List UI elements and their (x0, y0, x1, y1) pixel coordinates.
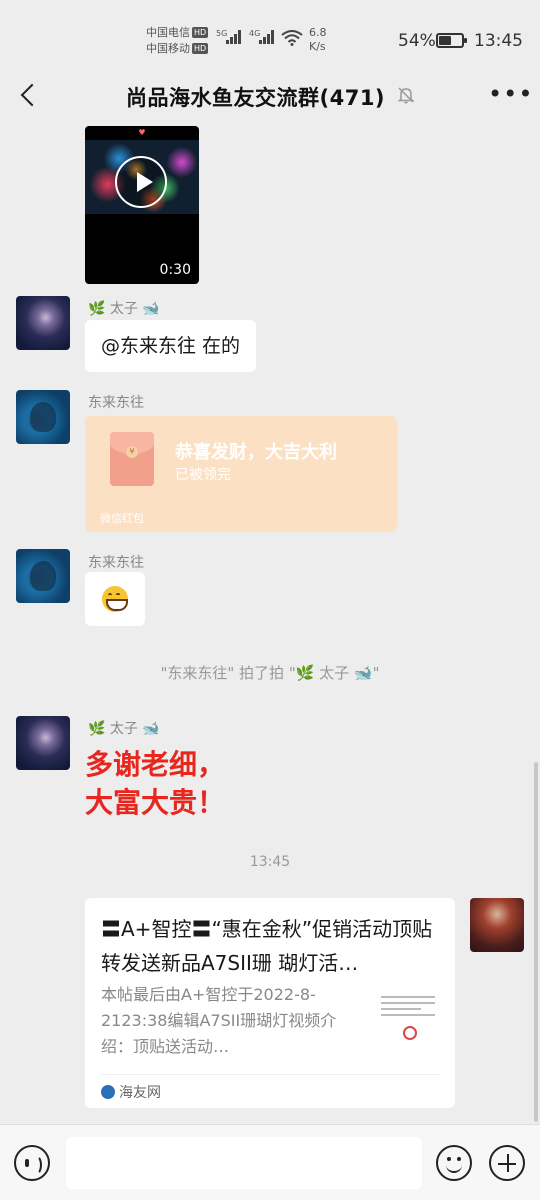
status-time: 13:45 (474, 31, 523, 51)
avatar-taizi[interactable] (16, 296, 70, 350)
avatar-taizi[interactable] (16, 716, 70, 770)
red-packet-greeting: 恭喜发财，大吉大利 (175, 442, 337, 463)
red-envelope-icon (110, 432, 154, 486)
emoji-eye (116, 593, 120, 596)
video-heart-icon: ♥ (138, 128, 146, 137)
time-divider: 13:45 (249, 854, 291, 870)
emoji-icon[interactable] (436, 1145, 472, 1181)
source-logo-icon (101, 1085, 115, 1099)
whale-icon: 🐋 (142, 301, 160, 317)
link-card-message[interactable]: 〓A+智控〓“惠在金秋”促销活动顶贴转发送新品A7SII珊 瑚灯活… 本帖最后由… (85, 898, 455, 1108)
carrier-1: 中国电信 HD (146, 26, 209, 39)
avatar-self[interactable] (470, 898, 524, 952)
red-packet-status: 已被领完 (175, 467, 231, 483)
sender-name: 🌿 太子 🐋 (88, 301, 160, 317)
back-arrow-icon[interactable] (14, 80, 44, 110)
voice-icon[interactable] (14, 1145, 50, 1181)
leaf-icon: 🌿 (88, 301, 106, 317)
battery-percent: 54% (398, 31, 436, 51)
mute-bell-icon (397, 87, 415, 104)
red-packet-message[interactable]: 恭喜发财，大吉大利 已被领完 微信红包 (85, 416, 397, 532)
card-description: 本帖最后由A+智控于2022-8-2123:38编辑A7SII珊瑚灯视频介绍：顶… (101, 985, 337, 1056)
title-bar: 尚品海水鱼友交流群(471) ••• (0, 68, 540, 122)
input-bar (0, 1124, 540, 1200)
signal-icon-2 (259, 30, 275, 44)
grin-emoji-icon (102, 586, 128, 612)
signal-icon (226, 30, 242, 44)
sender-name: 🌿 太子 🐋 (88, 721, 160, 737)
card-divider (101, 1074, 439, 1075)
avatar-dong[interactable] (16, 549, 70, 603)
network-speed: 6.8 K/s (309, 26, 327, 53)
red-packet-label: 微信红包 (100, 512, 144, 525)
card-title: 〓A+智控〓“惠在金秋”促销活动顶贴转发送新品A7SII珊 瑚灯活… (101, 917, 433, 975)
card-thumbnail (375, 988, 441, 1054)
play-icon[interactable] (115, 156, 167, 208)
avatar-dong[interactable] (16, 390, 70, 444)
leaf-icon: 🌿 (88, 721, 106, 737)
video-duration: 0:30 (159, 262, 191, 278)
video-message[interactable]: ♥ 0:30 (85, 126, 199, 284)
message-input[interactable] (66, 1137, 422, 1189)
sender-name: 东来东往 (88, 555, 144, 571)
battery-icon (436, 33, 467, 48)
carrier-2: 中国移动 HD (146, 42, 209, 55)
stamp-icon (403, 1026, 417, 1040)
card-source: 海友网 (101, 1082, 161, 1102)
sender-name: 东来东往 (88, 395, 144, 411)
message-bubble[interactable]: @东来东往 在的 (85, 320, 257, 372)
more-options-icon[interactable]: ••• (488, 82, 533, 106)
chat-title: 尚品海水鱼友交流群(471) (126, 86, 386, 110)
emoji-message[interactable] (85, 572, 145, 626)
chat-messages: ♥ 0:30 🌿 太子 🐋 @东来东往 在的 东来东往 恭喜发财，大吉大利 已被… (0, 122, 540, 1124)
wifi-icon (281, 30, 303, 46)
plus-icon[interactable] (489, 1145, 525, 1181)
pat-notice: "东来东往" 拍了拍 "🌿 太子 🐋" (160, 664, 380, 682)
sticker-text[interactable]: 多谢老细， 大富大贵！ (85, 746, 225, 822)
whale-icon: 🐋 (142, 721, 160, 737)
scrollbar[interactable] (534, 762, 538, 1122)
status-bar: 中国电信 HD 中国移动 HD 5G 4G 6.8 K/s 54% 13:45 (0, 0, 540, 68)
